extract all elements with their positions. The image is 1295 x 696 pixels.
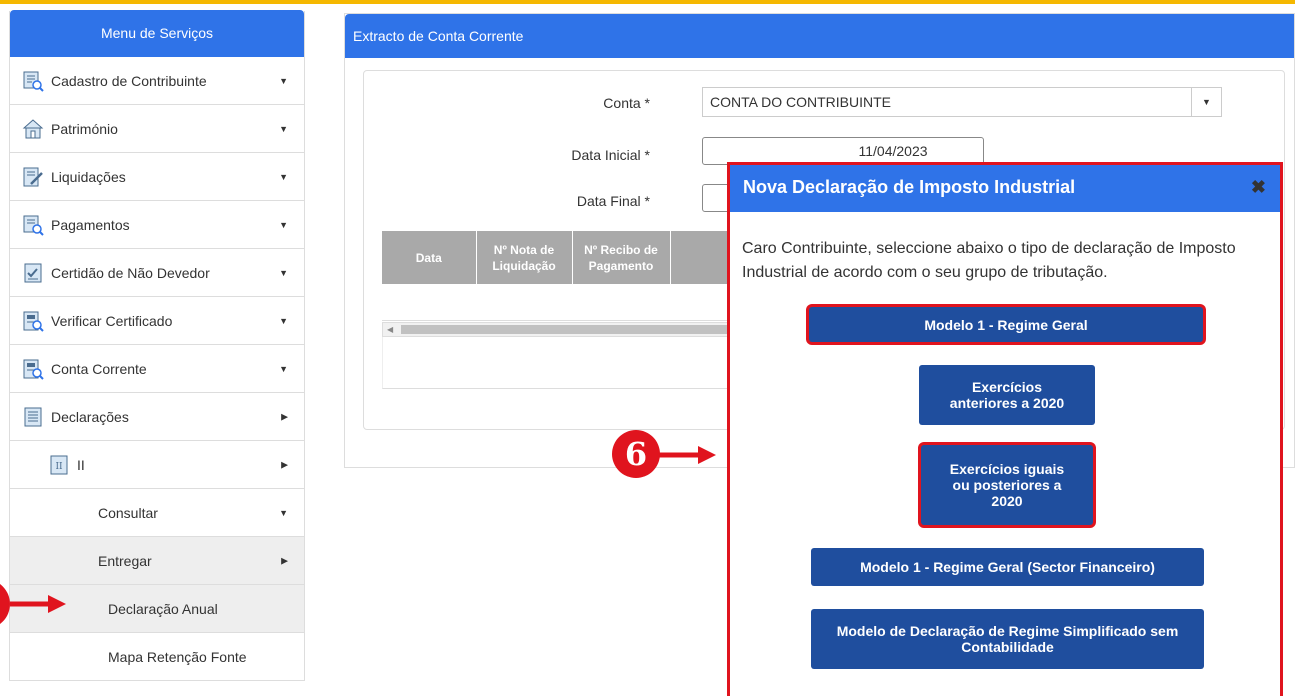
conta-select[interactable]: CONTA DO CONTRIBUINTE ▼ (702, 87, 1222, 117)
conta-label: Conta * (603, 95, 650, 111)
table-footer (382, 337, 742, 389)
chevron-down-icon: ▼ (279, 123, 288, 134)
sidebar-item-label: Entregar (98, 552, 152, 569)
chevron-down-icon: ▼ (279, 267, 288, 278)
regime-simplificado-button[interactable]: Modelo de Declaração de Regime Simplific… (811, 609, 1204, 669)
sidebar-item-pagamentos[interactable]: Pagamentos ▼ (10, 201, 304, 249)
sidebar-item-certidao[interactable]: Certidão de Não Devedor ▼ (10, 249, 304, 297)
sidebar-item-label: Cadastro de Contribuinte (51, 72, 207, 89)
table-header: Data (382, 231, 477, 284)
sidebar-item-label: Liquidações (51, 168, 126, 185)
annotation-arrow (658, 446, 716, 464)
sidebar-item-label: Pagamentos (51, 216, 130, 233)
certificate-search-icon (22, 310, 44, 332)
sidebar-item-conta-corrente[interactable]: Conta Corrente ▼ (10, 345, 304, 393)
modelo1-regime-geral-button[interactable]: Modelo 1 - Regime Geral (809, 307, 1203, 342)
horizontal-scrollbar[interactable]: ◀ (382, 322, 742, 337)
modelo1-sector-financeiro-button[interactable]: Modelo 1 - Regime Geral (Sector Financei… (811, 548, 1204, 586)
form-search-icon (22, 214, 44, 236)
annotation-arrow-left (10, 595, 66, 613)
chevron-down-icon: ▼ (279, 219, 288, 230)
modal-header: Nova Declaração de Imposto Industrial ✖ (730, 165, 1280, 212)
chevron-down-icon: ▼ (279, 507, 288, 518)
house-icon (22, 118, 44, 140)
modal-instructions: Caro Contribuinte, seleccione abaixo o t… (742, 240, 1236, 281)
table-empty-row (382, 285, 742, 321)
document-icon (22, 406, 44, 428)
sidebar-item-verificar-certificado[interactable]: Verificar Certificado ▼ (10, 297, 304, 345)
sidebar-item-liquidacoes[interactable]: Liquidações ▼ (10, 153, 304, 201)
sidebar-item-declaracoes[interactable]: Declarações ▶ (10, 393, 304, 441)
sidebar-item-label: Mapa Retenção Fonte (108, 648, 247, 665)
chevron-down-icon: ▼ (279, 171, 288, 182)
table-header: Nº Nota de Liquidação (476, 231, 573, 284)
sidebar-item-label: Conta Corrente (51, 360, 147, 377)
panel-title: Extracto de Conta Corrente (345, 14, 1294, 58)
sidebar-item-entregar[interactable]: Entregar ▶ (10, 537, 304, 585)
sidebar-item-label: Consultar (98, 504, 158, 521)
declaration-modal: Nova Declaração de Imposto Industrial ✖ … (727, 162, 1283, 696)
sidebar-item-label: Verificar Certificado (51, 312, 173, 329)
conta-select-value: CONTA DO CONTRIBUINTE (710, 94, 891, 110)
data-final-label: Data Final * (576, 193, 650, 209)
sidebar-item-label: Declaração Anual (108, 600, 218, 617)
sidebar-item-patrimonio[interactable]: Património ▼ (10, 105, 304, 153)
sidebar-title: Menu de Serviços (10, 10, 304, 57)
sidebar-item-label: Certidão de Não Devedor (51, 264, 210, 281)
sidebar-item-consultar[interactable]: Consultar ▼ (10, 489, 304, 537)
statement-table: Data Nº Nota de Liquidação Nº Recibo de … (382, 231, 743, 284)
sidebar-item-label: II (77, 456, 85, 473)
sidebar-item-cadastro[interactable]: Cadastro de Contribuinte ▼ (10, 57, 304, 105)
exercicios-iguais-posteriores-button[interactable]: Exercícios iguais ou posteriores a 2020 (921, 445, 1093, 525)
document-edit-icon (22, 166, 44, 188)
chevron-down-icon: ▼ (279, 363, 288, 374)
sidebar-item-label: Declarações (51, 408, 129, 425)
services-sidebar: Menu de Serviços Cadastro de Contribuint… (9, 10, 305, 681)
close-icon[interactable]: ✖ (1251, 165, 1266, 209)
document-ii-icon: II (48, 454, 70, 476)
chevron-right-icon: ▶ (281, 555, 288, 565)
data-inicial-label: Data Inicial * (571, 147, 650, 163)
sidebar-item-label: Património (51, 120, 118, 137)
certificate-search-icon (22, 358, 44, 380)
chevron-right-icon: ▶ (281, 459, 288, 469)
table-header: Nº Recibo de Pagamento (572, 231, 671, 284)
checklist-icon (22, 262, 44, 284)
modal-title: Nova Declaração de Imposto Industrial (743, 177, 1076, 197)
sidebar-item-mapa-retencao[interactable]: Mapa Retenção Fonte (10, 633, 304, 681)
svg-text:II: II (55, 462, 63, 472)
top-accent-bar (0, 0, 1295, 4)
data-inicial-input[interactable]: 11/04/2023 (702, 137, 984, 165)
exercicios-anteriores-button[interactable]: Exercícios anteriores a 2020 (919, 365, 1095, 425)
chevron-down-icon: ▼ (279, 315, 288, 326)
chevron-down-icon: ▼ (279, 75, 288, 86)
form-search-icon (22, 70, 44, 92)
scrollbar-thumb[interactable] (401, 325, 741, 334)
sidebar-item-ii[interactable]: II II ▶ (10, 441, 304, 489)
annotation-step-badge: 6 (612, 430, 660, 478)
scroll-left-icon[interactable]: ◀ (387, 323, 393, 336)
chevron-right-icon: ▶ (281, 411, 288, 421)
chevron-down-icon: ▼ (1191, 88, 1221, 116)
